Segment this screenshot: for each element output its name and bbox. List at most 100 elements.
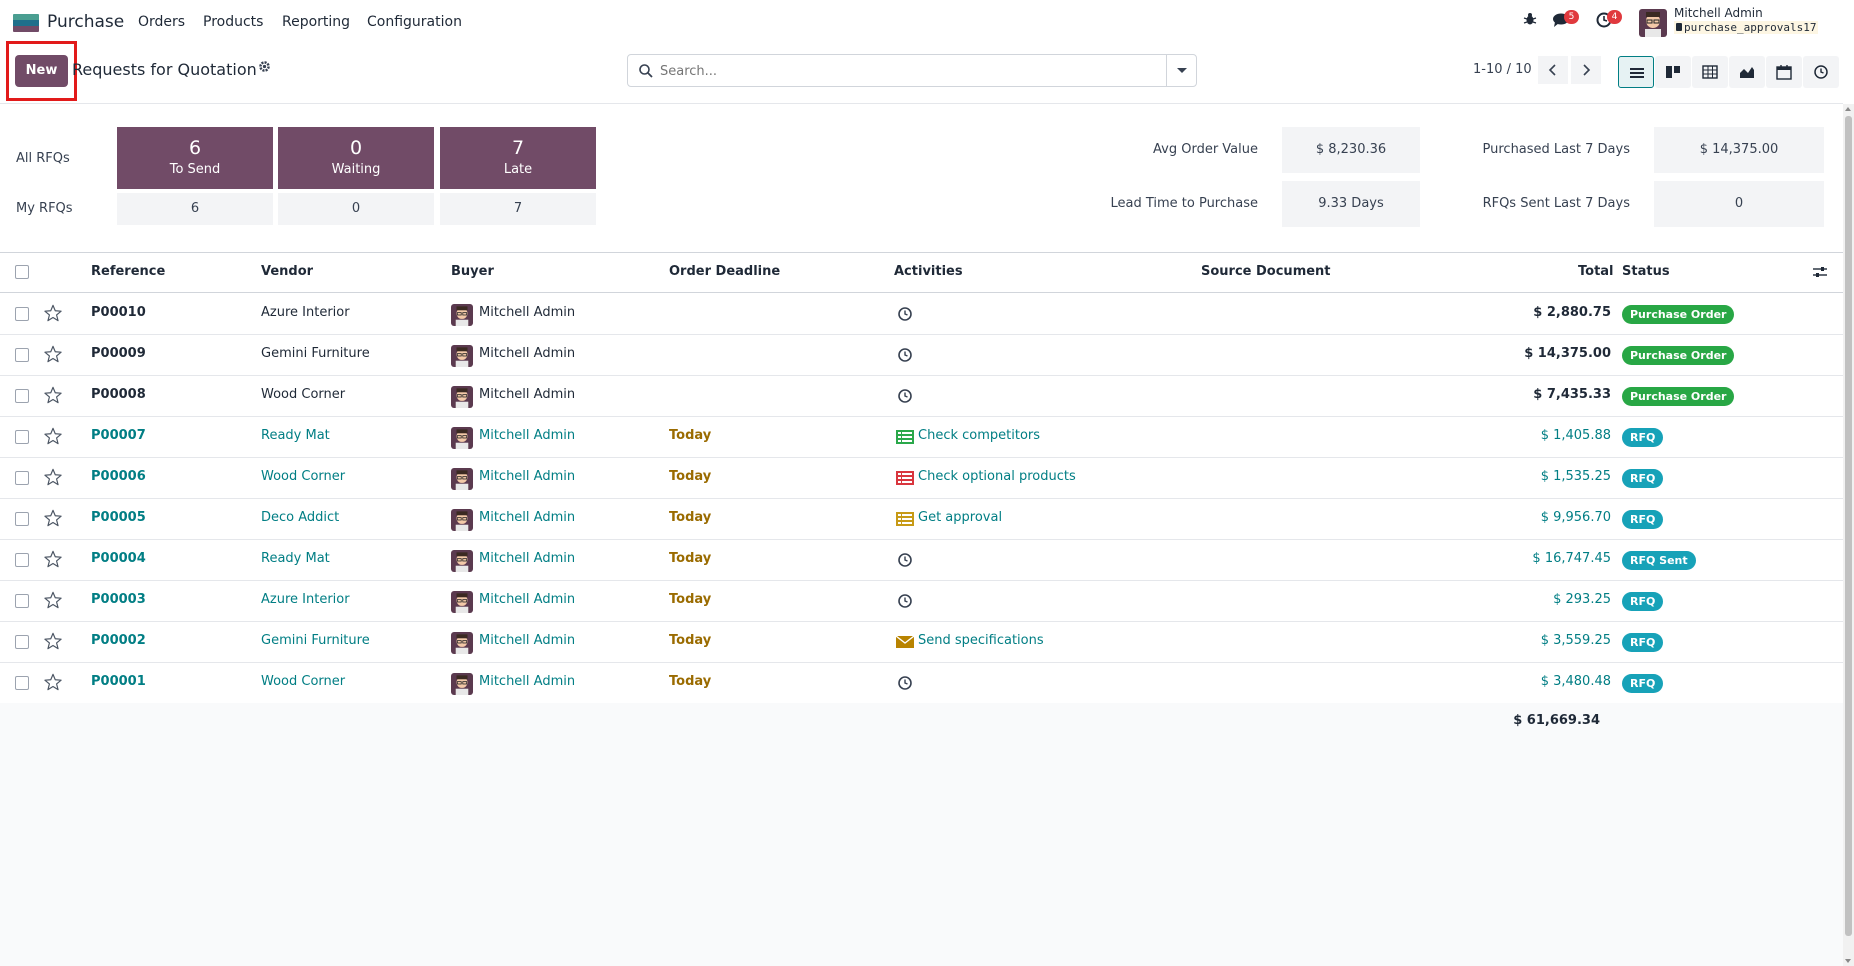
priority-star-icon[interactable] [44,304,64,324]
priority-star-icon[interactable] [44,509,64,529]
row-buyer[interactable]: Mitchell Admin [479,346,575,361]
header-buyer[interactable]: Buyer [451,264,494,279]
activity-summary[interactable]: Get approval [918,510,1002,525]
search-bar[interactable] [627,54,1197,87]
priority-star-icon[interactable] [44,386,64,406]
row-vendor[interactable]: Wood Corner [261,469,345,484]
graph-view-button[interactable] [1729,56,1765,88]
row-buyer[interactable]: Mitchell Admin [479,387,575,402]
scroll-up-arrow[interactable] [1845,107,1851,111]
user-name[interactable]: Mitchell Admin [1674,6,1763,20]
debug-bug-icon[interactable] [1520,12,1540,32]
menu-reporting[interactable]: Reporting [282,14,350,30]
search-input[interactable] [660,61,1160,81]
row-vendor[interactable]: Gemini Furniture [261,346,370,361]
tile-to-send[interactable]: 6 To Send [117,127,273,189]
vertical-scrollbar[interactable] [1843,104,1854,966]
pager-next-button[interactable] [1571,56,1601,84]
row-vendor[interactable]: Deco Addict [261,510,339,525]
my-to-send[interactable]: 6 [117,193,273,225]
row-vendor[interactable]: Azure Interior [261,305,350,320]
row-checkbox[interactable] [15,307,29,321]
row-vendor[interactable]: Wood Corner [261,674,345,689]
menu-products[interactable]: Products [203,14,263,30]
row-checkbox[interactable] [15,553,29,567]
activity-clock-icon[interactable] [897,552,913,568]
scroll-down-arrow[interactable] [1845,959,1851,963]
table-row[interactable]: P00006 Wood Corner Mitchell Admin Today … [0,458,1843,499]
header-order-deadline[interactable]: Order Deadline [669,264,780,279]
activity-clock-icon[interactable] [897,593,913,609]
row-buyer[interactable]: Mitchell Admin [479,469,575,484]
row-reference[interactable]: P00001 [91,674,146,689]
select-all-checkbox[interactable] [15,265,29,279]
row-buyer[interactable]: Mitchell Admin [479,674,575,689]
row-vendor[interactable]: Ready Mat [261,428,330,443]
calendar-view-button[interactable] [1766,56,1802,88]
row-checkbox[interactable] [15,430,29,444]
scroll-thumb[interactable] [1845,116,1852,936]
email-icon[interactable] [895,635,915,649]
list-view-button[interactable] [1618,56,1654,88]
row-buyer[interactable]: Mitchell Admin [479,305,575,320]
row-reference[interactable]: P00008 [91,387,146,402]
row-reference[interactable]: P00006 [91,469,146,484]
gear-icon[interactable] [258,60,271,77]
row-buyer[interactable]: Mitchell Admin [479,551,575,566]
menu-orders[interactable]: Orders [138,14,185,30]
my-waiting[interactable]: 0 [278,193,434,225]
activity-view-button[interactable] [1803,56,1839,88]
priority-star-icon[interactable] [44,427,64,447]
table-row[interactable]: P00008 Wood Corner Mitchell Admin $ 7,43… [0,376,1843,417]
row-vendor[interactable]: Azure Interior [261,592,350,607]
row-checkbox[interactable] [15,512,29,526]
row-checkbox[interactable] [15,389,29,403]
header-reference[interactable]: Reference [91,264,165,279]
row-reference[interactable]: P00009 [91,346,146,361]
priority-star-icon[interactable] [44,345,64,365]
row-reference[interactable]: P00007 [91,428,146,443]
row-checkbox[interactable] [15,594,29,608]
row-vendor[interactable]: Gemini Furniture [261,633,370,648]
new-button[interactable]: New [15,55,68,87]
row-checkbox[interactable] [15,676,29,690]
pager-value[interactable]: 1-10 / 10 [1473,62,1532,77]
priority-star-icon[interactable] [44,673,64,693]
table-row[interactable]: P00010 Azure Interior Mitchell Admin $ 2… [0,294,1843,335]
pager-previous-button[interactable] [1538,56,1568,84]
row-reference[interactable]: P00010 [91,305,146,320]
row-vendor[interactable]: Ready Mat [261,551,330,566]
activity-summary[interactable]: Check competitors [918,428,1040,443]
row-reference[interactable]: P00002 [91,633,146,648]
header-status[interactable]: Status [1622,264,1670,279]
row-buyer[interactable]: Mitchell Admin [479,510,575,525]
priority-star-icon[interactable] [44,591,64,611]
activity-clock-icon[interactable] [897,347,913,363]
table-row[interactable]: P00003 Azure Interior Mitchell Admin Tod… [0,581,1843,622]
priority-star-icon[interactable] [44,632,64,652]
table-row[interactable]: P00009 Gemini Furniture Mitchell Admin $… [0,335,1843,376]
user-avatar[interactable] [1639,9,1667,37]
row-buyer[interactable]: Mitchell Admin [479,633,575,648]
tile-late[interactable]: 7 Late [440,127,596,189]
row-vendor[interactable]: Wood Corner [261,387,345,402]
priority-star-icon[interactable] [44,550,64,570]
row-checkbox[interactable] [15,348,29,362]
header-activities[interactable]: Activities [894,264,963,279]
header-vendor[interactable]: Vendor [261,264,313,279]
priority-star-icon[interactable] [44,468,64,488]
tile-waiting[interactable]: 0 Waiting [278,127,434,189]
approval-icon[interactable] [896,512,914,526]
kanban-view-button[interactable] [1655,56,1691,88]
row-reference[interactable]: P00004 [91,551,146,566]
purchase-app-icon[interactable] [13,14,39,32]
checklist-icon[interactable] [896,471,914,485]
app-name[interactable]: Purchase [47,12,124,32]
search-options-dropdown[interactable] [1166,55,1196,86]
activity-summary[interactable]: Send specifications [918,633,1044,648]
row-checkbox[interactable] [15,635,29,649]
activity-clock-icon[interactable] [897,388,913,404]
activity-summary[interactable]: Check optional products [918,469,1076,484]
table-row[interactable]: P00001 Wood Corner Mitchell Admin Today … [0,663,1843,704]
row-reference[interactable]: P00003 [91,592,146,607]
